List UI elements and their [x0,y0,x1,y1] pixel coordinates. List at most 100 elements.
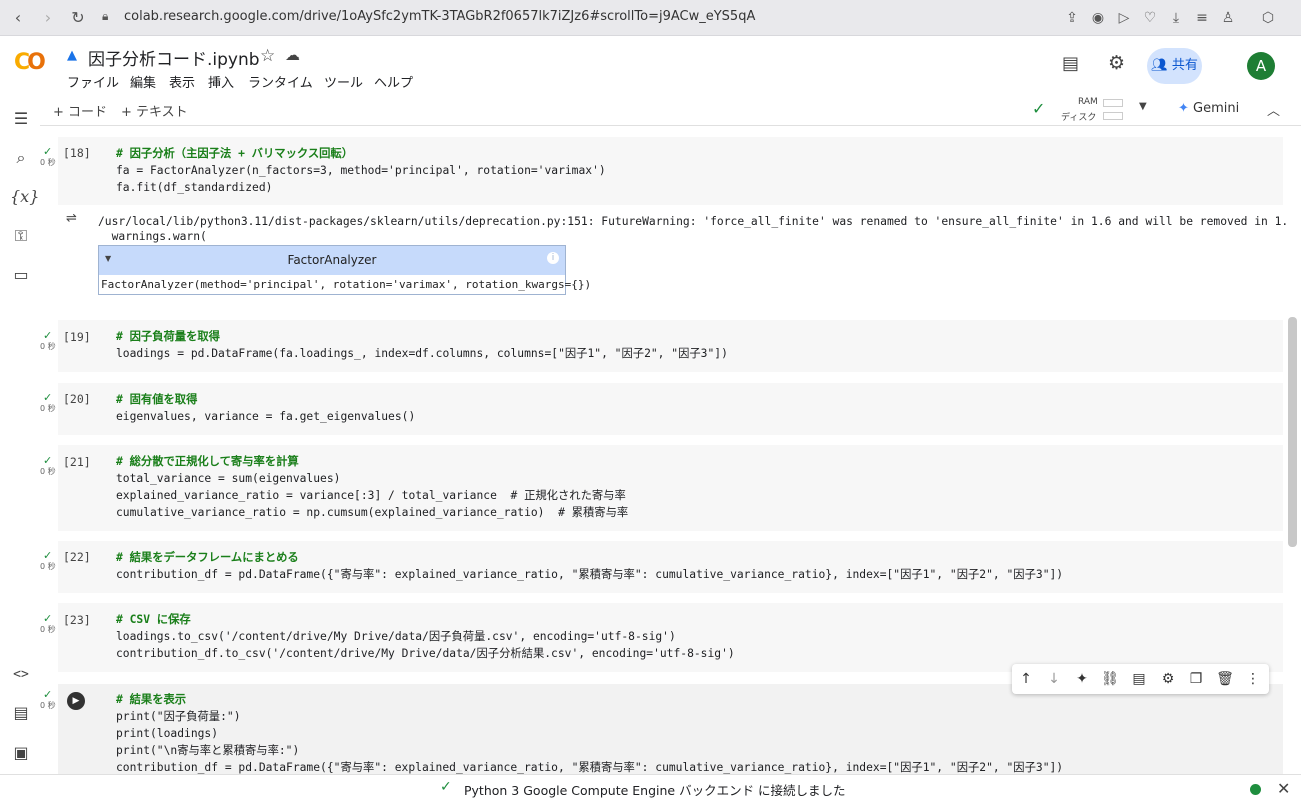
code-cell[interactable]: # 総分散で正規化して寄与率を計算 total_variance = sum(e… [58,445,1283,531]
code-editor[interactable]: # CSV に保存 loadings.to_csv('/content/driv… [116,611,735,662]
heart-icon[interactable]: ♡ [1140,8,1160,28]
menu-file[interactable]: ファイル [67,72,119,91]
profile-icon[interactable]: ♙ [1218,8,1238,28]
key-icon[interactable]: ⚿ [10,225,32,247]
code-line: contribution_df = pd.DataFrame({"寄与率": e… [116,761,1064,774]
search-icon[interactable]: ⌕ [10,147,32,169]
exec-time: 0 秒 [40,701,56,710]
extension-icon[interactable]: ⬡ [1258,8,1278,28]
list-icon[interactable]: ≡ [1192,8,1212,28]
exec-time: 0 秒 [40,342,56,351]
code-line: # 因子分析（主因子法 + バリマックス回転） [116,147,354,160]
reload-icon[interactable]: ↻ [68,8,88,28]
resources-indicator[interactable]: RAM ディスク [1061,97,1123,123]
back-icon[interactable]: ‹ [8,8,28,28]
exec-count: [22] [63,550,91,564]
avatar[interactable]: A [1247,52,1275,80]
share-page-icon[interactable]: ⇪ [1062,8,1082,28]
code-line: contribution_df.to_csv('/content/drive/M… [116,647,735,660]
delete-icon[interactable]: 🗑︎ [1215,669,1235,689]
mirror-cell-icon[interactable]: ❐ [1186,669,1206,689]
connected-check-icon: ✓ [1032,99,1046,118]
command-palette-icon[interactable]: ▤ [10,702,32,724]
code-cell[interactable]: # 因子分析（主因子法 + バリマックス回転） fa = FactorAnaly… [58,137,1283,205]
lock-icon: 🔒︎ [102,9,109,23]
exec-count: [18] [63,146,91,160]
estimator-header[interactable]: ▼ FactorAnalyzer i [99,246,565,275]
menu-edit[interactable]: 編集 [130,72,156,91]
estimator-repr: FactorAnalyzer(method='principal', rotat… [101,278,592,291]
close-icon[interactable]: ✕ [1277,779,1290,798]
code-line: # 因子負荷量を取得 [116,330,220,343]
code-line: loadings = pd.DataFrame(fa.loadings_, in… [116,347,728,360]
code-line: # 総分散で正規化して寄与率を計算 [116,455,299,468]
toc-icon[interactable]: ☰ [10,108,32,130]
code-cell[interactable]: # 固有値を取得 eigenvalues, variance = fa.get_… [58,383,1283,435]
code-editor[interactable]: # 因子分析（主因子法 + バリマックス回転） fa = FactorAnaly… [116,145,606,196]
comment-icon[interactable]: ▤ [1062,53,1079,74]
code-line: eigenvalues, variance = fa.get_eigenvalu… [116,410,416,423]
output-toggle-icon[interactable]: ⇌ [66,211,77,226]
code-editor[interactable]: # 結果をデータフレームにまとめる contribution_df = pd.D… [116,549,1063,583]
connected-check-icon: ✓ [440,779,452,795]
code-cell[interactable]: # CSV に保存 loadings.to_csv('/content/driv… [58,603,1283,672]
exec-time: 0 秒 [40,404,56,413]
move-up-icon[interactable]: ↑ [1016,669,1036,689]
exec-time: 0 秒 [40,158,56,167]
ram-label: RAM [1078,97,1098,107]
code-editor[interactable]: # 固有値を取得 eigenvalues, variance = fa.get_… [116,391,415,425]
code-line: fa = FactorAnalyzer(n_factors=3, method=… [116,164,606,177]
link-icon[interactable]: ⛓ [1100,669,1120,689]
notebook-title[interactable]: 因子分析コード.ipynb [88,45,260,70]
menu-view[interactable]: 表示 [169,72,195,91]
move-down-icon[interactable]: ↓ [1044,669,1064,689]
code-line: # CSV に保存 [116,613,191,626]
settings-icon[interactable]: ⚙ [1158,669,1178,689]
play-icon[interactable]: ▷ [1114,8,1134,28]
menu-help[interactable]: ヘルプ [374,72,413,91]
colab-header: CO ▲ 因子分析コード.ipynb ☆ ☁ ファイル 編集 表示 挿入 ランタ… [0,36,1301,94]
gemini-sparkle-icon[interactable]: ✦ [1072,669,1092,689]
people-icon: 👥︎ [1151,58,1172,73]
menu-runtime[interactable]: ランタイム [248,72,313,91]
estimator-name: FactorAnalyzer [287,253,377,267]
variables-icon[interactable]: {x} [10,186,39,208]
info-icon[interactable]: i [547,252,559,264]
comment-icon[interactable]: ▤ [1129,669,1149,689]
terminal-icon[interactable]: ▣ [10,742,32,764]
code-cell-active[interactable]: # 結果を表示 print("因子負荷量:") print(loadings) … [58,684,1283,775]
menu-tools[interactable]: ツール [324,72,363,91]
star-icon[interactable]: ☆ [260,46,275,66]
code-cell[interactable]: # 結果をデータフレームにまとめる contribution_df = pd.D… [58,541,1283,593]
colab-logo[interactable]: CO [14,50,46,75]
output-warning: /usr/local/lib/python3.11/dist-packages/… [98,214,1288,244]
code-snippets-icon[interactable]: <> [10,664,32,686]
code-cell[interactable]: # 因子負荷量を取得 loadings = pd.DataFrame(fa.lo… [58,320,1283,372]
folder-icon[interactable]: ▭ [10,264,32,286]
status-dot-icon [1250,784,1261,795]
download-icon[interactable]: ⤓ [1166,8,1186,28]
code-editor[interactable]: # 総分散で正規化して寄与率を計算 total_variance = sum(e… [116,453,628,521]
code-editor[interactable]: # 因子負荷量を取得 loadings = pd.DataFrame(fa.lo… [116,328,728,362]
code-line: # 結果をデータフレームにまとめる [116,551,299,564]
add-code-button[interactable]: + コード [53,101,107,120]
add-text-button[interactable]: + テキスト [121,101,188,120]
chevron-down-icon[interactable]: ▼ [1139,101,1147,112]
menu-insert[interactable]: 挿入 [208,72,234,91]
gemini-button[interactable]: ✦ Gemini [1178,101,1239,116]
more-icon[interactable]: ⋮ [1243,669,1263,689]
disk-bar [1103,112,1123,120]
url-text: colab.research.google.com/drive/1oAySfc2… [124,9,756,24]
share-button[interactable]: 👥︎ 共有 [1147,48,1202,84]
estimator-widget[interactable]: ▼ FactorAnalyzer i FactorAnalyzer(method… [98,245,591,295]
forward-icon[interactable]: › [38,8,58,28]
run-cell-button[interactable]: ▶ [67,692,85,710]
code-editor[interactable]: # 結果を表示 print("因子負荷量:") print(loadings) … [116,691,1063,775]
camera-icon[interactable]: ◉ [1088,8,1108,28]
settings-icon[interactable]: ⚙ [1108,52,1125,74]
chevron-up-icon[interactable]: ︿ [1267,100,1280,119]
exec-count: [23] [63,613,91,627]
warning-line: /usr/local/lib/python3.11/dist-packages/… [98,215,1288,228]
scrollbar[interactable] [1288,317,1297,547]
code-line: loadings.to_csv('/content/drive/My Drive… [116,630,676,643]
